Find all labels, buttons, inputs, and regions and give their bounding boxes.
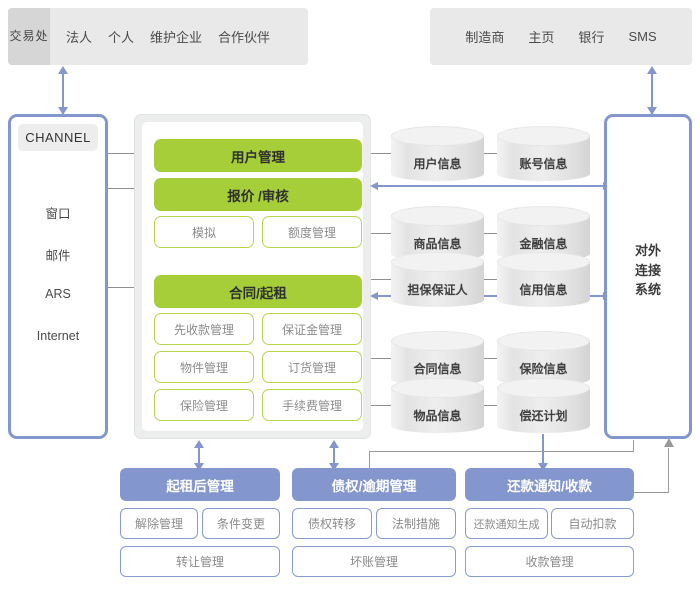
external-label-line-1: 对外	[634, 243, 661, 258]
channel-list-item-window[interactable]: 窗口	[11, 203, 105, 222]
module-simulation[interactable]: 模拟	[154, 216, 254, 248]
cell-auto-debit[interactable]: 自动扣款	[551, 508, 634, 539]
cylinder-top	[497, 206, 590, 226]
module-user-management[interactable]: 用户管理	[154, 139, 362, 172]
channel-item-individual[interactable]: 个人	[108, 27, 134, 46]
channel-panel-header: CHANNEL	[18, 124, 98, 151]
arrow-up-topbar-external	[647, 66, 657, 74]
connector-db-guarantor-credit	[484, 279, 497, 280]
core-system-inner: 用户管理 报价 /审核 模拟 额度管理 合同/起租 先收款管理 保证金管理 物件…	[142, 122, 363, 431]
external-label-line-3: 系统	[634, 282, 661, 297]
connector-channel-contract	[108, 287, 135, 288]
cylinder-top	[391, 252, 484, 272]
database-label: 偿还计划	[519, 409, 568, 423]
database-goods-info: 物品信息	[391, 378, 484, 433]
module-property-management[interactable]: 物件管理	[154, 351, 254, 383]
channel-item-manufacturer[interactable]: 制造商	[465, 27, 504, 46]
module-insurance-management[interactable]: 保险管理	[154, 389, 254, 421]
channel-item-corporate[interactable]: 法人	[66, 27, 92, 46]
arrow-up-center-debt	[329, 440, 339, 448]
connector-channel-user-mgmt	[108, 153, 135, 154]
core-system-panel: 用户管理 报价 /审核 模拟 额度管理 合同/起租 先收款管理 保证金管理 物件…	[134, 114, 371, 439]
group-header-repayment-notice-collection[interactable]: 还款通知/收款	[465, 468, 634, 501]
external-channel-items: 制造商 主页 银行 SMS	[430, 27, 692, 46]
external-channel-bar: 制造商 主页 银行 SMS	[430, 8, 692, 65]
cylinder-top	[391, 331, 484, 351]
database-guarantor-info: 担保保证人	[391, 252, 484, 307]
connector-repayment-external-horizontal	[634, 492, 669, 493]
channel-panel: CHANNEL 窗口 邮件 ARS Internet	[8, 114, 108, 439]
external-connection-system-label: 对外 连接 系统	[607, 241, 689, 300]
database-label: 担保保证人	[407, 283, 468, 297]
channel-item-partner[interactable]: 合作伙伴	[218, 27, 270, 46]
external-label-line-2: 连接	[634, 262, 661, 278]
arrow-up-center-postlease	[194, 440, 204, 448]
cell-bad-debt-management[interactable]: 坏账管理	[292, 546, 456, 577]
cell-debt-transfer[interactable]: 债权转移	[292, 508, 372, 539]
arrow-left-flow-lower	[370, 292, 378, 300]
cylinder-top	[497, 331, 590, 351]
module-quote-review[interactable]: 报价 /审核	[154, 178, 362, 211]
database-label: 用户信息	[413, 157, 462, 171]
cylinder-top	[497, 378, 590, 398]
transaction-channel-bar: 交易处 法人 个人 维护企业 合作伙伴	[8, 8, 308, 65]
channel-item-sms[interactable]: SMS	[628, 29, 656, 44]
cell-condition-change[interactable]: 条件变更	[202, 508, 280, 539]
channel-list-item-internet[interactable]: Internet	[11, 329, 105, 343]
module-deposit-management[interactable]: 保证金管理	[262, 313, 362, 345]
database-label: 账号信息	[519, 157, 568, 171]
cell-repayment-notice-generation[interactable]: 还款通知生成	[465, 508, 548, 539]
database-repayment-plan: 偿还计划	[497, 378, 590, 433]
database-user-info: 用户信息	[391, 126, 484, 181]
module-contract-lease-start[interactable]: 合同/起租	[154, 275, 362, 308]
connector-repayment-external-vertical	[668, 448, 669, 493]
database-account-info: 账号信息	[497, 126, 590, 181]
cell-release-management[interactable]: 解除管理	[120, 508, 198, 539]
cylinder-top	[391, 206, 484, 226]
transaction-channel-tag: 交易处	[8, 8, 50, 65]
connector-db-product-financial	[484, 233, 497, 234]
connector-db-goods-repayment	[484, 405, 497, 406]
channel-list-item-mail[interactable]: 邮件	[11, 245, 105, 264]
arrow-left-flow-upper	[370, 182, 378, 190]
channel-item-bank[interactable]: 银行	[578, 27, 604, 46]
group-header-post-lease-management[interactable]: 起租后管理	[120, 468, 280, 501]
database-label: 商品信息	[413, 237, 462, 251]
database-label: 物品信息	[413, 409, 462, 423]
cylinder-top	[497, 252, 590, 272]
group-header-debt-overdue-management[interactable]: 债权/逾期管理	[292, 468, 456, 501]
module-credit-limit-management[interactable]: 额度管理	[262, 216, 362, 248]
cell-legal-measures[interactable]: 法制措施	[376, 508, 456, 539]
arrow-up-repayment-external	[664, 438, 674, 447]
external-connection-system-panel: 对外 连接 系统	[604, 114, 692, 439]
database-label: 信用信息	[519, 283, 568, 297]
module-fee-management[interactable]: 手续费管理	[262, 389, 362, 421]
connector-channel-quote	[108, 188, 135, 189]
connector-debt-external-horizontal	[369, 451, 634, 452]
arrow-up-topbar-channel	[58, 66, 68, 74]
transaction-channel-items: 法人 个人 维护企业 合作伙伴	[50, 27, 270, 46]
module-advance-receipt-management[interactable]: 先收款管理	[154, 313, 254, 345]
database-label: 金融信息	[519, 237, 568, 251]
connector-db-user-account	[484, 153, 497, 154]
channel-list-item-ars[interactable]: ARS	[11, 287, 105, 301]
cylinder-top	[391, 126, 484, 146]
channel-item-maintenance-enterprise[interactable]: 维护企业	[150, 27, 202, 46]
channel-item-homepage[interactable]: 主页	[528, 27, 554, 46]
database-label: 合同信息	[413, 362, 462, 376]
database-credit-info: 信用信息	[497, 252, 590, 307]
cylinder-top	[497, 126, 590, 146]
module-order-management[interactable]: 订货管理	[262, 351, 362, 383]
cylinder-top	[391, 378, 484, 398]
cell-transfer-management[interactable]: 转让管理	[120, 546, 280, 577]
database-label: 保险信息	[519, 362, 568, 376]
flow-line-upper	[378, 185, 604, 187]
connector-external-bottom-stub	[633, 440, 634, 452]
connector-db-contract-insurance	[484, 358, 497, 359]
cell-collection-management[interactable]: 收款管理	[465, 546, 634, 577]
